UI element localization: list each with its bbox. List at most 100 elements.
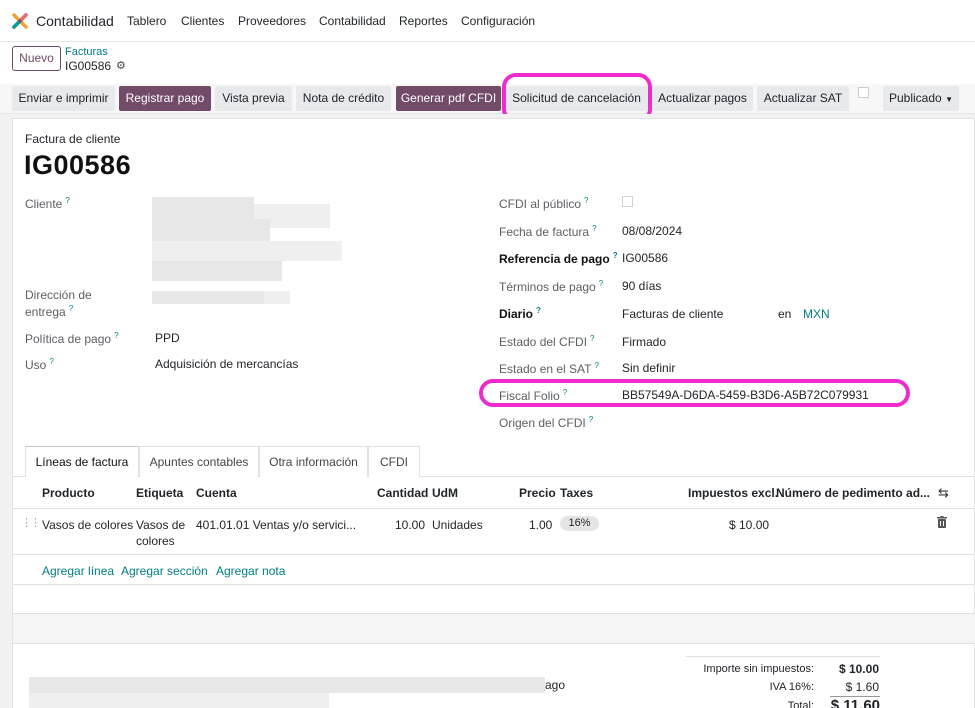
add-line-link[interactable]: Agregar línea (42, 564, 114, 578)
customer-redacted (152, 219, 270, 241)
document-name: IG00586 (24, 150, 132, 180)
app-name[interactable]: Contabilidad (36, 13, 114, 29)
breadcrumb-facturas[interactable]: Facturas (65, 46, 108, 58)
payment-policy-value[interactable]: PPD (155, 331, 180, 345)
menu-tablero[interactable]: Tablero (127, 14, 166, 28)
credit-note-button[interactable]: Nota de crédito (296, 86, 391, 111)
document-type: Factura de cliente (25, 132, 121, 146)
untaxed-value: $ 10.00 (838, 662, 879, 676)
terms-redacted (29, 693, 329, 708)
col-subtotal[interactable]: Impuestos excl. (688, 486, 778, 500)
cfdi-public-label: CFDI al público? (499, 196, 589, 211)
total-value: $ 11.60 (830, 697, 880, 708)
col-customs-number[interactable]: Número de pedimento ad... (776, 486, 930, 500)
sat-state-value: Sin definir (622, 361, 676, 375)
iva-label: IVA 16%: (769, 681, 814, 693)
menu-contabilidad[interactable]: Contabilidad (319, 14, 386, 28)
band-bottom (13, 643, 975, 644)
breadcrumb-current: IG00586 (65, 59, 112, 73)
customer-redacted[interactable] (152, 197, 254, 219)
invoice-date-label: Fecha de factura? (499, 224, 597, 239)
delivery-address-redacted (264, 291, 290, 304)
row-quantity[interactable]: 10.00 (395, 518, 425, 532)
top-navbar: Contabilidad Tablero Clientes Proveedore… (0, 0, 975, 42)
use-value[interactable]: Adquisición de mercancías (155, 357, 298, 371)
row-divider (13, 554, 975, 555)
payment-reference-value[interactable]: IG00586 (622, 251, 668, 265)
totals-divider (686, 656, 880, 657)
empty-row-band (13, 613, 975, 643)
customer-redacted (152, 241, 342, 261)
col-label[interactable]: Etiqueta (136, 486, 183, 500)
status-dropdown[interactable]: Publicado ▼ (883, 86, 959, 111)
tab-journal-items[interactable]: Apuntes contables (139, 446, 259, 477)
cfdi-public-checkbox[interactable] (622, 196, 633, 207)
col-quantity[interactable]: Cantidad (377, 486, 428, 500)
new-button[interactable]: Nuevo (12, 46, 61, 71)
generate-pdf-button[interactable]: Generar pdf CFDI (396, 86, 501, 111)
row-uom[interactable]: Unidades (432, 518, 483, 532)
customer-label: Cliente? (25, 196, 70, 211)
status-label: Publicado (889, 91, 942, 105)
add-section-link[interactable]: Agregar sección (121, 564, 208, 578)
invoice-date-value[interactable]: 08/08/2024 (622, 224, 682, 238)
row-subtotal: $ 10.00 (729, 518, 770, 532)
row-tax-badge[interactable]: 16% (560, 516, 599, 531)
drag-handle-icon[interactable]: ⋮⋮ (21, 516, 41, 529)
delivery-address-label-2: entrega? (25, 304, 74, 319)
col-account[interactable]: Cuenta (196, 486, 237, 500)
app-logo-icon[interactable] (12, 13, 28, 29)
row-price[interactable]: 1.00 (529, 518, 552, 532)
delivery-address-label-1: Dirección de (25, 288, 92, 302)
menu-configuracion[interactable]: Configuración (461, 14, 535, 28)
header-divider (13, 508, 975, 509)
action-checkbox[interactable] (858, 87, 869, 98)
payment-terms-value[interactable]: 90 días (622, 279, 661, 293)
tab-cfdi[interactable]: CFDI (368, 446, 420, 477)
preview-button[interactable]: Vista previa (215, 86, 292, 111)
payment-terms-label: Términos de pago? (499, 279, 604, 294)
col-uom[interactable]: UdM (432, 486, 458, 500)
untaxed-label: Importe sin impuestos: (703, 663, 814, 675)
terms-redacted (29, 677, 545, 693)
column-settings-icon[interactable]: ⇆ (938, 485, 949, 501)
send-print-button[interactable]: Enviar e imprimir (12, 86, 115, 111)
iva-value: $ 1.60 (845, 680, 879, 694)
col-price[interactable]: Precio (519, 486, 556, 500)
use-label: Uso? (25, 357, 54, 372)
menu-proveedores[interactable]: Proveedores (238, 14, 306, 28)
cfdi-state-value: Firmado (622, 335, 667, 349)
add-note-link[interactable]: Agregar nota (216, 564, 285, 578)
cfdi-origin-label: Origen del CFDI? (499, 415, 594, 430)
tab-invoice-lines[interactable]: Líneas de factura (25, 446, 139, 477)
band-top (13, 613, 975, 614)
menu-clientes[interactable]: Clientes (181, 14, 224, 28)
payment-reference-label: Referencia de pago? (499, 251, 618, 266)
col-product[interactable]: Producto (42, 486, 95, 500)
payment-policy-label: Política de pago? (25, 331, 119, 346)
row-label-line1[interactable]: Vasos de (136, 518, 185, 532)
cfdi-state-label: Estado del CFDI? (499, 334, 595, 349)
customer-redacted (152, 261, 282, 281)
journal-label: Diario? (499, 306, 541, 321)
col-taxes[interactable]: Taxes (560, 486, 593, 500)
trash-icon[interactable] (937, 516, 947, 528)
journal-value[interactable]: Facturas de cliente (622, 307, 723, 321)
update-sat-button[interactable]: Actualizar SAT (757, 86, 849, 111)
journal-in-text: en (778, 307, 792, 321)
register-payment-button[interactable]: Registrar pago (119, 86, 211, 111)
total-label: Total: (787, 700, 814, 708)
update-payments-button[interactable]: Actualizar pagos (652, 86, 753, 111)
tab-other-info[interactable]: Otra información (259, 446, 368, 477)
row-label-line2[interactable]: colores (136, 534, 175, 548)
caret-down-icon: ▼ (945, 95, 953, 104)
row-account[interactable]: 401.01.01 Ventas y/o servici... (196, 518, 356, 532)
gear-icon[interactable]: ⚙ (116, 59, 126, 72)
highlight-fiscal-folio (479, 379, 910, 407)
add-divider (13, 584, 975, 585)
menu-reportes[interactable]: Reportes (399, 14, 448, 28)
delivery-address-redacted[interactable] (152, 291, 264, 304)
terms-partial-text: ago (545, 678, 566, 692)
currency-link[interactable]: MXN (803, 307, 830, 321)
row-product[interactable]: Vasos de colores (42, 518, 133, 532)
